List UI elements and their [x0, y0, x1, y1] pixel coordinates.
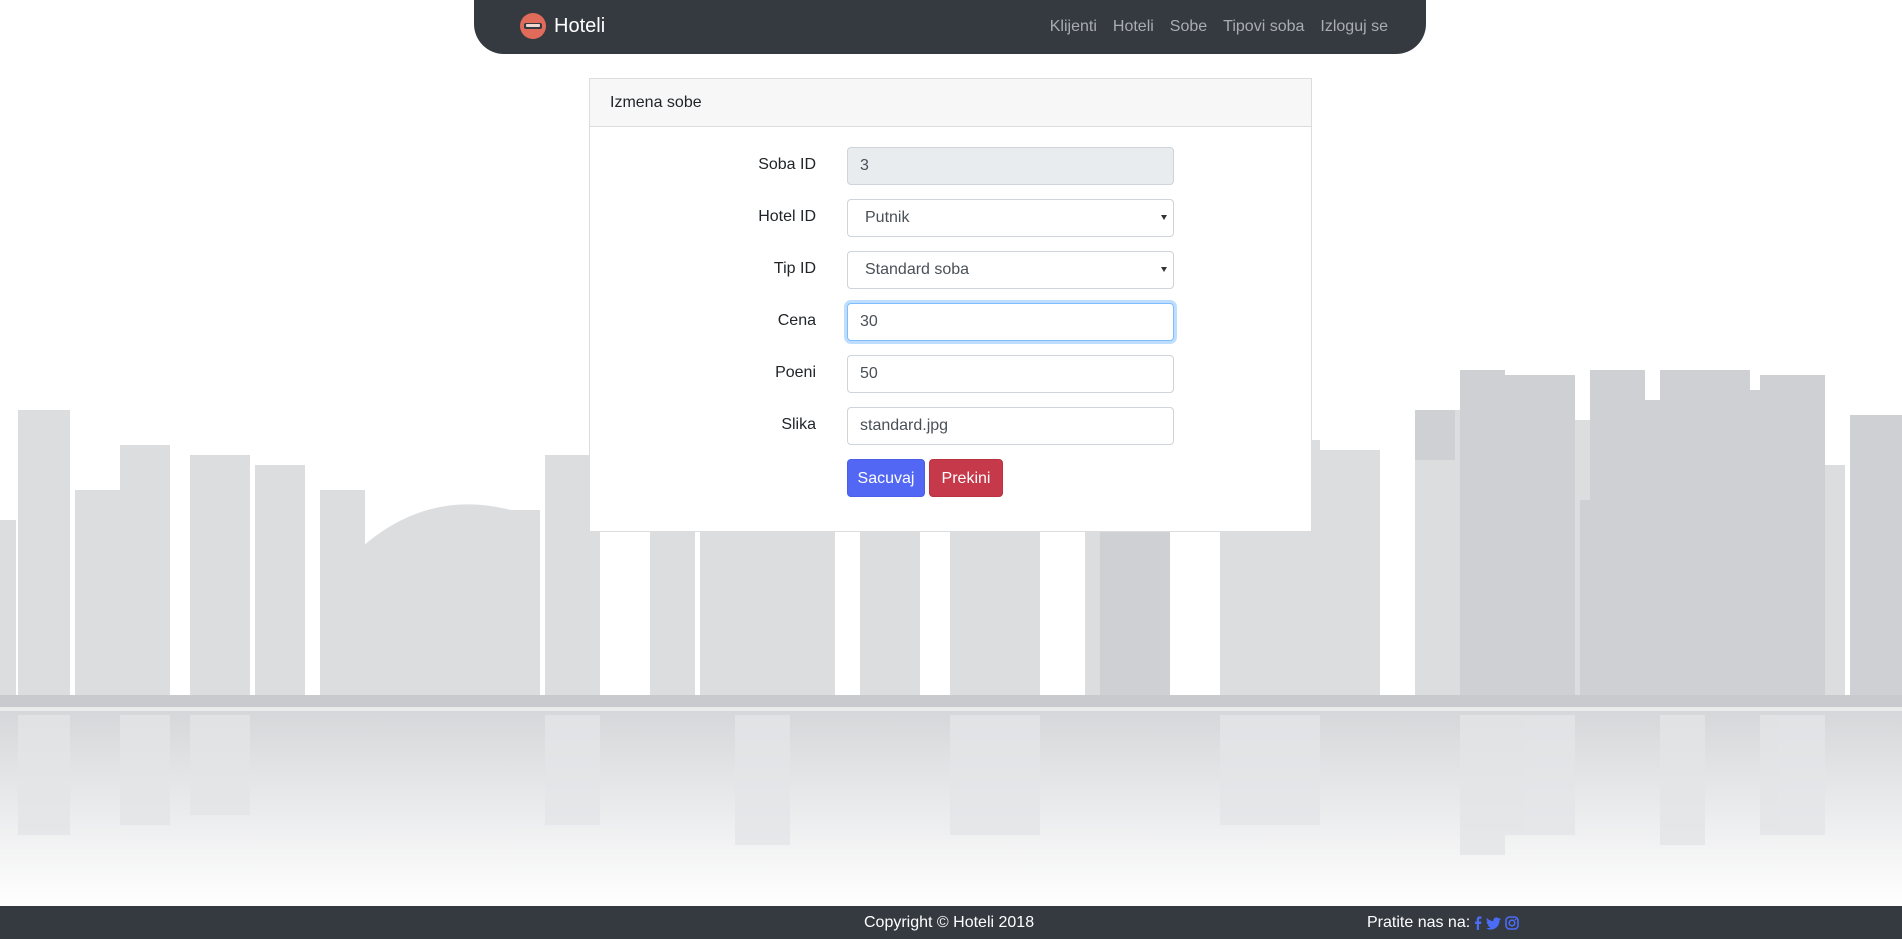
nav-link-klijenti[interactable]: Klijenti — [1050, 18, 1097, 36]
edit-room-card: Izmena sobe Soba ID 3 Hotel ID Putnik Ti… — [589, 78, 1312, 532]
tip-id-label: Tip ID — [773, 260, 816, 277]
soba-id-field: 3 — [847, 147, 1174, 185]
tip-id-select[interactable]: Standard soba — [847, 251, 1174, 289]
form-row-tip-id: Tip ID Standard soba — [590, 251, 1311, 289]
hotel-id-select[interactable]: Putnik — [847, 199, 1174, 237]
poeni-label: Poeni — [775, 364, 816, 381]
page-footer: Copyright © Hoteli 2018 Pratite nas na: — [0, 906, 1902, 939]
top-navbar: Hoteli Klijenti Hoteli Sobe Tipovi soba … — [474, 0, 1426, 54]
form-actions: Sacuvaj Prekini — [590, 459, 1311, 497]
form-row-poeni: Poeni 50 — [590, 355, 1311, 393]
slika-label: Slika — [781, 416, 816, 433]
tip-id-selected-value: Standard soba — [865, 261, 970, 278]
brand-name: Hoteli — [554, 14, 606, 37]
chevron-down-icon — [1161, 267, 1167, 272]
facebook-icon[interactable] — [1474, 916, 1482, 930]
instagram-icon[interactable] — [1505, 916, 1519, 930]
twitter-icon[interactable] — [1486, 916, 1502, 930]
social-links: Pratite nas na: — [1367, 914, 1519, 932]
hotel-logo-icon — [520, 13, 546, 39]
hotel-id-label: Hotel ID — [758, 208, 816, 225]
hotel-id-selected-value: Putnik — [865, 209, 910, 226]
nav-link-logout[interactable]: Izloguj se — [1320, 18, 1388, 36]
nav-link-sobe[interactable]: Sobe — [1170, 18, 1207, 36]
form-row-cena: Cena 30 — [590, 303, 1311, 341]
nav-link-hoteli[interactable]: Hoteli — [1113, 18, 1154, 36]
cancel-button[interactable]: Prekini — [929, 459, 1003, 497]
copyright-text: Copyright © Hoteli 2018 — [864, 914, 1035, 931]
soba-id-label: Soba ID — [758, 156, 816, 173]
card-title: Izmena sobe — [590, 79, 1311, 127]
slika-input[interactable]: standard.jpg — [847, 407, 1174, 445]
nav-link-tipovi-soba[interactable]: Tipovi soba — [1223, 18, 1304, 36]
nav-links: Klijenti Hoteli Sobe Tipovi soba Izloguj… — [1034, 18, 1388, 36]
form-row-hotel-id: Hotel ID Putnik — [590, 199, 1311, 237]
cena-input[interactable]: 30 — [847, 303, 1174, 341]
form-row-soba-id: Soba ID 3 — [590, 147, 1311, 185]
poeni-input[interactable]: 50 — [847, 355, 1174, 393]
follow-label: Pratite nas na: — [1367, 914, 1471, 931]
cena-label: Cena — [777, 312, 816, 329]
brand-link[interactable]: Hoteli — [520, 13, 605, 39]
chevron-down-icon — [1161, 215, 1167, 220]
save-button[interactable]: Sacuvaj — [847, 459, 925, 497]
form-row-slika: Slika standard.jpg — [590, 407, 1311, 445]
